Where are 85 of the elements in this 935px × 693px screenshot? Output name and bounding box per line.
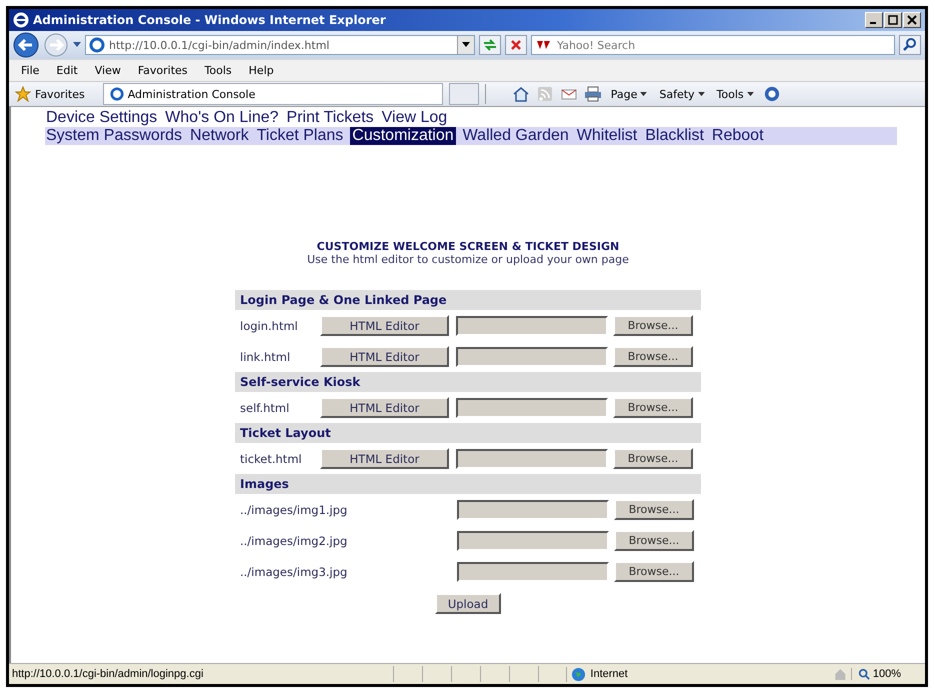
- close-icon: [907, 15, 917, 25]
- menu-item[interactable]: Edit: [56, 64, 78, 77]
- security-zone: Internet: [566, 666, 830, 682]
- section-header: Login Page & One Linked Page: [235, 290, 701, 310]
- favorites-button[interactable]: Favorites: [15, 86, 97, 102]
- caret-icon: [640, 92, 648, 96]
- browse-button[interactable]: Browse...: [614, 530, 694, 551]
- close-button[interactable]: [903, 12, 921, 28]
- nav-link[interactable]: Whitelist: [576, 127, 638, 145]
- html-editor-button[interactable]: HTML Editor: [320, 315, 449, 336]
- file-input-field[interactable]: [456, 316, 608, 336]
- help-icon[interactable]: [762, 86, 781, 102]
- status-url: http://10.0.0.1/cgi-bin/admin/loginpg.cgi: [11, 668, 204, 680]
- file-input-field[interactable]: [457, 562, 609, 582]
- nav-link[interactable]: Device Settings: [45, 109, 158, 127]
- nav-link[interactable]: Customization: [350, 127, 456, 145]
- nav-link[interactable]: Blacklist: [644, 127, 705, 145]
- page-heading: CUSTOMIZE WELCOME SCREEN & TICKET DESIGN: [316, 240, 620, 253]
- menu-item[interactable]: Help: [248, 64, 274, 77]
- nav-link[interactable]: View Log: [380, 109, 448, 127]
- maximize-icon: [888, 15, 898, 25]
- command-menu[interactable]: Page: [608, 88, 650, 100]
- browse-button[interactable]: Browse...: [613, 315, 693, 336]
- nav-link[interactable]: Ticket Plans: [256, 127, 344, 145]
- nav-link[interactable]: System Passwords: [45, 127, 184, 145]
- file-input-field[interactable]: [456, 448, 608, 468]
- menu-item[interactable]: View: [94, 64, 121, 77]
- page-subheading: Use the html editor to customize or upload your own page: [307, 253, 629, 266]
- browse-button[interactable]: Browse...: [614, 499, 694, 520]
- file-name: ticket.html: [240, 452, 303, 466]
- file-name: ../images/img1.jpg: [240, 502, 348, 516]
- caret-icon: [698, 92, 705, 96]
- back-icon[interactable]: [13, 32, 39, 58]
- nav-link[interactable]: Who's On Line?: [164, 109, 280, 127]
- page-icon: [89, 37, 105, 53]
- search-icon[interactable]: [899, 35, 921, 55]
- zoom-icon: [858, 668, 870, 680]
- page-icon: [110, 87, 124, 101]
- html-editor-button[interactable]: HTML Editor: [320, 346, 449, 367]
- file-input-field[interactable]: [457, 530, 609, 550]
- section-header: Self-service Kiosk: [235, 372, 701, 392]
- search-field[interactable]: Yahoo! Search: [531, 35, 895, 55]
- file-input-field[interactable]: [456, 398, 608, 418]
- maximize-button[interactable]: [884, 12, 902, 28]
- browser-tab[interactable]: Administration Console: [102, 83, 443, 105]
- file-name: ../images/img3.jpg: [240, 564, 348, 578]
- print-icon[interactable]: [584, 86, 602, 102]
- file-name: self.html: [240, 400, 290, 414]
- command-menu[interactable]: Safety: [656, 88, 708, 100]
- address-field[interactable]: http://10.0.0.1/cgi-bin/admin/index.html: [85, 35, 475, 55]
- home-icon[interactable]: [512, 86, 530, 102]
- file-input-field[interactable]: [457, 500, 609, 520]
- menu-item[interactable]: File: [21, 64, 40, 77]
- browse-button[interactable]: Browse...: [614, 561, 694, 582]
- menu-item[interactable]: Favorites: [138, 64, 188, 77]
- dropdown-arrow-icon[interactable]: [73, 42, 81, 48]
- refresh-icon[interactable]: [479, 35, 501, 55]
- nav-link[interactable]: Print Tickets: [286, 109, 375, 127]
- zoom-level[interactable]: 100%: [850, 668, 926, 680]
- star-icon: [15, 86, 31, 102]
- window-title: Administration Console - Windows Internet Explorer: [33, 13, 386, 27]
- browse-button[interactable]: Browse...: [613, 448, 693, 469]
- file-name: login.html: [240, 318, 299, 332]
- browser-logo-icon: [13, 12, 29, 28]
- file-name: ../images/img2.jpg: [240, 534, 348, 548]
- html-editor-button[interactable]: HTML Editor: [320, 397, 449, 418]
- caret-icon[interactable]: [462, 42, 470, 48]
- upload-button[interactable]: Upload: [435, 593, 501, 614]
- section-header: Images: [235, 474, 701, 494]
- nav-link[interactable]: Reboot: [710, 127, 765, 145]
- section-header: Ticket Layout: [235, 423, 701, 443]
- minimize-button[interactable]: [865, 12, 883, 28]
- menu-item[interactable]: Tools: [204, 64, 232, 77]
- stop-icon[interactable]: [505, 35, 527, 55]
- file-input-field[interactable]: [456, 346, 608, 366]
- html-editor-button[interactable]: HTML Editor: [320, 448, 449, 469]
- caret-icon: [746, 92, 754, 96]
- browse-button[interactable]: Browse...: [613, 346, 693, 367]
- globe-icon: [571, 666, 586, 682]
- minimize-icon: [870, 22, 876, 24]
- nav-link[interactable]: Network: [189, 127, 250, 145]
- command-menu[interactable]: Tools: [714, 88, 757, 100]
- file-name: link.html: [240, 350, 292, 364]
- browse-button[interactable]: Browse...: [613, 397, 693, 418]
- nav-link[interactable]: Walled Garden: [462, 127, 570, 145]
